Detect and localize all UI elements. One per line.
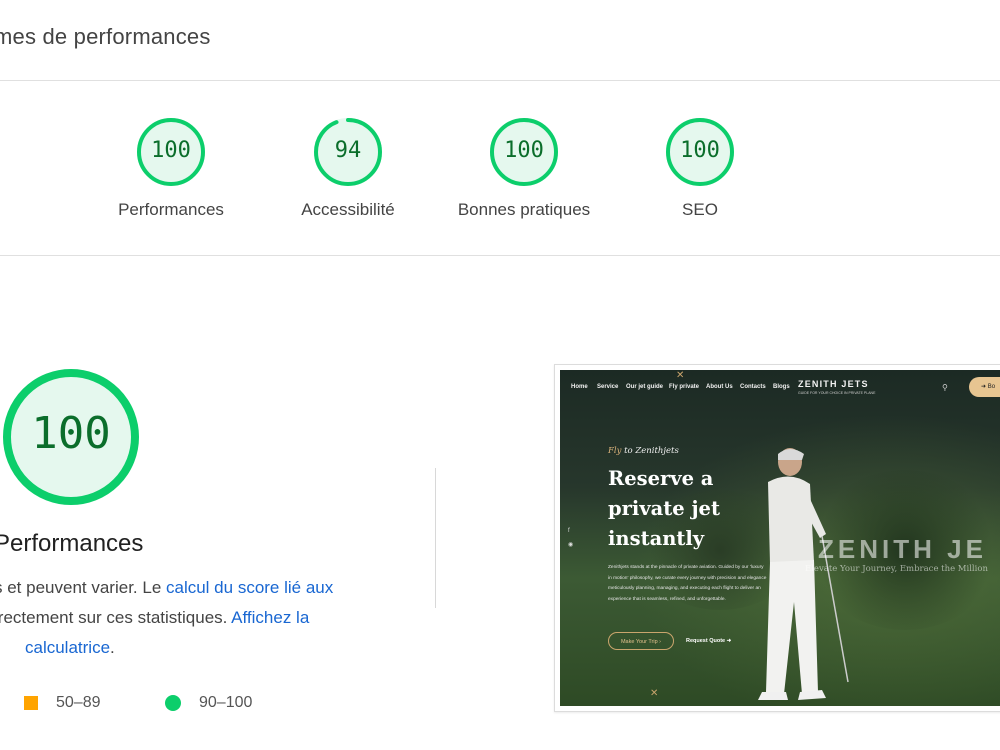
nav-contacts[interactable]: Contacts: [740, 384, 766, 390]
hero-heading-line: Reserve a: [608, 467, 714, 490]
gauge-score: 100: [151, 138, 191, 163]
hero-eyebrow-accent: Fly: [608, 446, 622, 456]
make-trip-button[interactable]: Make Your Trip ›: [608, 632, 674, 650]
final-screenshot[interactable]: Home Service Our jet guide Fly private A…: [560, 370, 1000, 706]
description-text: s et peuvent varier. Le: [0, 578, 166, 597]
description-text: irectement sur ces statistiques.: [0, 608, 232, 627]
gauge-accessibility[interactable]: 94 Accessibilité: [273, 116, 423, 220]
description-line: irectement sur ces statistiques. Affiche…: [0, 608, 309, 628]
gauge-score: 100: [680, 138, 720, 163]
search-icon[interactable]: ⚲: [942, 383, 948, 392]
nav-jet-guide[interactable]: Our jet guide: [626, 384, 663, 390]
gauge-label: Performances: [118, 200, 224, 219]
gauge-score: 100: [504, 138, 544, 163]
green-circle-icon: [165, 695, 181, 711]
score-calculation-link[interactable]: calcul du score lié aux: [166, 578, 333, 597]
hero-eyebrow-text: to Zenithjets: [621, 446, 679, 456]
summary-score: 100: [31, 408, 111, 459]
cross-decoration-icon: ✕: [676, 370, 685, 381]
section-title: mes de performances: [0, 24, 211, 49]
request-quote-label: Request Quote: [686, 638, 726, 644]
legend-range: 50–89: [56, 694, 101, 711]
nav-about[interactable]: About Us: [706, 384, 733, 390]
hero-heading: Reserve a private jet instantly: [608, 464, 720, 554]
hero-paragraph: Zenithjets stands at the pinnacle of pri…: [608, 565, 767, 602]
hero-heading-line: instantly: [608, 527, 705, 550]
divider: [0, 80, 1000, 81]
nav-fly-private[interactable]: Fly private: [669, 384, 699, 390]
orange-square-icon: [24, 696, 38, 710]
book-button-label: Bo: [987, 384, 996, 390]
cross-decoration-icon: ✕: [650, 688, 659, 699]
summary-title: Performances: [0, 530, 144, 557]
description-line: s et peuvent varier. Le calcul du score …: [0, 578, 333, 598]
legend-average: 50–89: [24, 694, 101, 712]
instagram-icon[interactable]: ◉: [568, 541, 573, 548]
description-line: calculatrice.: [25, 638, 115, 658]
make-trip-label: Make Your Trip: [620, 639, 658, 645]
request-quote-link[interactable]: Request Quote ➜: [686, 638, 731, 644]
gauge-label: Bonnes pratiques: [457, 200, 591, 219]
book-button[interactable]: ➜ Bo: [969, 377, 1000, 397]
hero-heading-line: private jet: [608, 497, 720, 520]
gauge-score: 94: [334, 138, 362, 163]
divider: [0, 255, 1000, 256]
nav-blogs[interactable]: Blogs: [773, 384, 790, 390]
vertical-divider: [435, 468, 436, 608]
calculator-link[interactable]: calculatrice: [25, 638, 110, 657]
legend-range: 90–100: [199, 694, 253, 711]
show-calculator-link[interactable]: Affichez la: [231, 608, 309, 627]
gauge-performance[interactable]: 100 Performances: [96, 116, 246, 220]
watermark-logo: ZENITH JE: [818, 534, 987, 564]
hero-eyebrow: Fly to Zenithjets: [608, 446, 679, 456]
watermark-tagline: Elevate Your Journey, Embrace the Millio…: [805, 564, 988, 574]
gauge-best-practices[interactable]: 100 Bonnes pratiques: [449, 116, 599, 220]
facebook-icon[interactable]: f: [568, 528, 570, 534]
nav-service[interactable]: Service: [597, 384, 618, 390]
gauge-seo[interactable]: 100 SEO: [625, 116, 775, 220]
site-logo-tagline: GUIDE FOR YOUR CHOICE IN PRIVATE PLANE: [798, 391, 876, 395]
site-logo[interactable]: ZENITH JETS: [798, 379, 869, 389]
nav-home[interactable]: Home: [571, 384, 588, 390]
legend-good: 90–100: [165, 694, 252, 712]
gauge-label: Accessibilité: [301, 200, 395, 219]
description-text: .: [110, 638, 115, 657]
gauge-label: SEO: [682, 200, 718, 219]
